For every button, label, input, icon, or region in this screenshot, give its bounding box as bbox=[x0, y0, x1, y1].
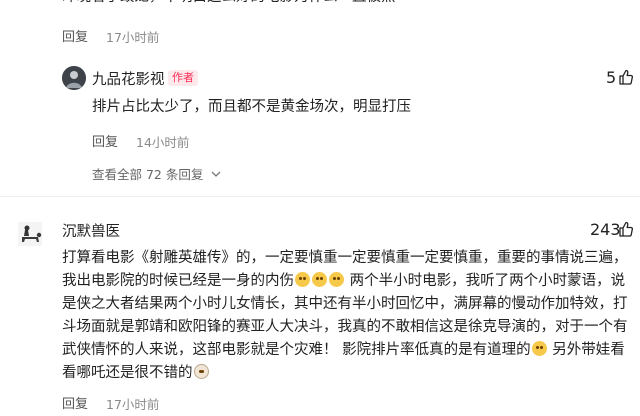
view-all-replies[interactable]: 查看全部 72 条回复 bbox=[92, 164, 221, 183]
reply-timestamp: 14小时前 bbox=[136, 135, 190, 150]
laugh-cry-emoji-icon bbox=[312, 272, 327, 287]
comment-timestamp: 17小时前 bbox=[106, 30, 160, 45]
chevron-down-icon bbox=[211, 171, 221, 177]
thumbs-up-icon[interactable] bbox=[619, 69, 633, 85]
author-badge: 作者 bbox=[168, 70, 198, 86]
reply-text: 排片占比太少了，而且都不是黄金场次，明显打压 bbox=[92, 99, 411, 115]
smirk-emoji-icon bbox=[531, 341, 547, 356]
comment-timestamp: 17小时前 bbox=[106, 397, 160, 412]
comment-text-top: 昨晚看了蛟龙，不明白这么好的电影为什么一直被黑 bbox=[62, 0, 622, 9]
cat-face-emoji-icon bbox=[193, 364, 209, 379]
avatar-photo-icon bbox=[62, 66, 86, 90]
divider bbox=[0, 196, 640, 197]
username[interactable]: 九品花影视 bbox=[92, 68, 165, 89]
avatar[interactable] bbox=[18, 222, 42, 246]
reply-button[interactable]: 回复 bbox=[92, 131, 118, 150]
like-count: 243 bbox=[590, 220, 621, 239]
reply-button[interactable]: 回复 bbox=[62, 393, 88, 412]
comment-text: 打算看电影《射雕英雄传》的，一定要慎重一定要慎重一定要慎重，重要的事情说三遍，我… bbox=[62, 247, 634, 385]
avatar-dog-rider-icon bbox=[18, 222, 42, 246]
like-count: 5 bbox=[606, 68, 617, 87]
username[interactable]: 沉默兽医 bbox=[62, 220, 120, 241]
laugh-cry-emoji-icon bbox=[295, 272, 310, 287]
laugh-cry-emoji-icon bbox=[329, 272, 344, 287]
avatar[interactable] bbox=[62, 66, 86, 90]
thumbs-up-icon[interactable] bbox=[619, 221, 633, 237]
reply-button[interactable]: 回复 bbox=[62, 26, 88, 45]
view-all-label: 查看全部 72 条回复 bbox=[92, 167, 204, 182]
